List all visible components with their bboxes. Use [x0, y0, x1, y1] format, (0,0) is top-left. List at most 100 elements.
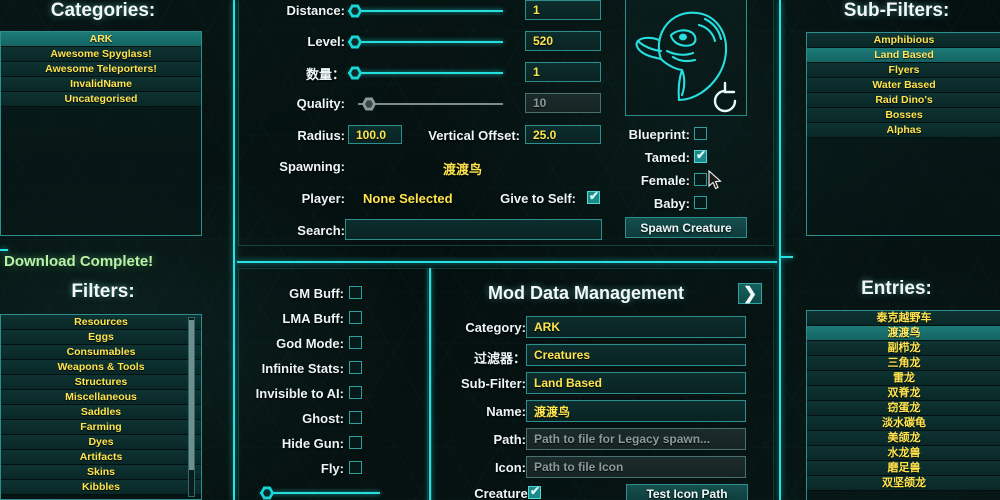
distance-slider-track [348, 10, 503, 12]
distance-slider[interactable] [348, 4, 503, 18]
infinite-stats-checkbox[interactable] [349, 361, 362, 374]
entry-item-7[interactable]: 淡水碳龟 [807, 416, 1000, 431]
categories-listbox[interactable]: ARK Awesome Spyglass! Awesome Teleporters!… [0, 31, 202, 236]
ark-admin-spawn-ui: Categories: ARK Awesome Spyglass! Awesome … [0, 0, 1000, 500]
sub-filter-item-0[interactable]: Amphibious [807, 33, 1000, 48]
level-slider-knob[interactable] [348, 35, 362, 49]
god-mode-label: God Mode: [276, 336, 344, 351]
name-input[interactable]: 渡渡鸟 [526, 400, 746, 422]
sub-filter-item-3[interactable]: Water Based [807, 78, 1000, 93]
sub-filter-item-6[interactable]: Alphas [807, 123, 1000, 138]
invisible-to-ai-checkbox[interactable] [349, 386, 362, 399]
distance-slider-knob[interactable] [348, 4, 362, 18]
filter-item-9[interactable]: Artifacts [1, 450, 201, 465]
quantity-value-field[interactable]: 1 [525, 62, 601, 82]
baby-checkbox[interactable] [694, 196, 707, 209]
god-mode-checkbox[interactable] [349, 336, 362, 349]
filters-listbox[interactable]: Resources Eggs Consumables Weapons & Tools S… [0, 314, 202, 500]
filter-item-11[interactable]: Kibbles [1, 480, 201, 495]
filters-title: Filters: [71, 281, 135, 302]
hide-gun-checkbox[interactable] [349, 436, 362, 449]
female-checkbox[interactable] [694, 173, 707, 186]
sub-filter-item-4[interactable]: Raid Dino's [807, 93, 1000, 108]
lma-buff-checkbox[interactable] [349, 311, 362, 324]
entries-listbox[interactable]: 泰克越野车 渡渡鸟 副栉龙 三角龙 雷龙 双脊龙 窃蛋龙 淡水碳龟 美颌龙 水龙兽 磨足兽 双坚颌龙 [806, 310, 1000, 500]
blueprint-checkbox[interactable] [694, 127, 707, 140]
radius-value-field[interactable]: 100.0 [348, 125, 402, 144]
quality-value-field[interactable]: 10 [525, 93, 601, 113]
player-label: Player: [301, 191, 345, 206]
sub-filter-input[interactable]: Land Based [526, 372, 746, 394]
mod-data-next-button[interactable]: ❯ [738, 283, 762, 304]
bottom-slider-knob[interactable] [260, 486, 274, 500]
filter-item-4[interactable]: Structures [1, 375, 201, 390]
entry-item-2[interactable]: 副栉龙 [807, 341, 1000, 356]
sub-filters-listbox[interactable]: Amphibious Land Based Flyers Water Based Rai… [806, 32, 1000, 236]
filters-scroll-thumb[interactable] [189, 320, 194, 470]
sub-filter-item-1[interactable]: Land Based [807, 48, 1000, 63]
category-item-2[interactable]: Awesome Teleporters! [1, 62, 201, 77]
quality-slider-knob[interactable] [362, 97, 376, 111]
spawn-creature-button[interactable]: Spawn Creature [625, 217, 747, 238]
filter-input[interactable]: Creatures [526, 344, 746, 366]
entry-item-4[interactable]: 雷龙 [807, 371, 1000, 386]
entry-item-3[interactable]: 三角龙 [807, 356, 1000, 371]
filter-item-2[interactable]: Consumables [1, 345, 201, 360]
creature-preview-box[interactable] [625, 0, 747, 116]
entry-item-10[interactable]: 磨足兽 [807, 461, 1000, 476]
give-to-self-checkbox[interactable] [587, 189, 600, 204]
sub-filter-item-5[interactable]: Bosses [807, 108, 1000, 123]
category-item-1[interactable]: Awesome Spyglass! [1, 47, 201, 62]
filter-item-0[interactable]: Resources [1, 315, 201, 330]
icon-input[interactable]: Path to file Icon [526, 456, 746, 478]
vertical-offset-value-field[interactable]: 25.0 [525, 125, 601, 144]
bottom-slider-track [260, 492, 380, 494]
category-input[interactable]: ARK [526, 316, 746, 338]
quality-slider[interactable] [358, 97, 503, 111]
quantity-slider-knob[interactable] [348, 66, 362, 80]
entry-item-9[interactable]: 水龙兽 [807, 446, 1000, 461]
entry-item-11[interactable]: 双坚颌龙 [807, 476, 1000, 491]
filters-scrollbar[interactable] [188, 317, 195, 497]
tamed-checkbox[interactable] [694, 148, 707, 163]
filter-item-7[interactable]: Farming [1, 420, 201, 435]
category-label: Category: [465, 320, 526, 335]
filter-item-5[interactable]: Miscellaneous [1, 390, 201, 405]
level-value-field[interactable]: 520 [525, 31, 601, 51]
sub-filter-item-2[interactable]: Flyers [807, 63, 1000, 78]
fly-checkbox[interactable] [349, 461, 362, 474]
level-slider[interactable] [348, 35, 503, 49]
gm-buff-checkbox[interactable] [349, 286, 362, 299]
filter-item-6[interactable]: Saddles [1, 405, 201, 420]
filter-item-10[interactable]: Skins [1, 465, 201, 480]
entry-item-1[interactable]: 渡渡鸟 [807, 326, 1000, 341]
fly-label: Fly: [320, 461, 344, 476]
ghost-checkbox[interactable] [349, 411, 362, 424]
vertical-offset-label: Vertical Offset: [428, 128, 520, 143]
filter-item-3[interactable]: Weapons & Tools [1, 360, 201, 375]
filter-item-8[interactable]: Dyes [1, 435, 201, 450]
quantity-slider[interactable] [348, 66, 503, 80]
test-icon-path-button[interactable]: Test Icon Path [626, 484, 748, 500]
category-item-4[interactable]: Uncategorised [1, 92, 201, 107]
creature-checkbox[interactable] [528, 484, 541, 499]
filter-item-1[interactable]: Eggs [1, 330, 201, 345]
entry-item-8[interactable]: 美颌龙 [807, 431, 1000, 446]
player-value[interactable]: None Selected [363, 191, 453, 206]
path-input[interactable]: Path to file for Legacy spawn... [526, 428, 746, 450]
divider-right-horizontal [781, 256, 793, 258]
female-label: Female: [640, 173, 690, 188]
bottom-slider[interactable] [260, 486, 380, 500]
invisible-to-ai-label: Invisible to AI: [255, 386, 344, 401]
quality-label: Quality: [296, 96, 345, 111]
distance-value-field[interactable]: 1 [525, 0, 601, 20]
entry-item-5[interactable]: 双脊龙 [807, 386, 1000, 401]
quality-slider-track [358, 103, 503, 105]
blueprint-label: Blueprint: [628, 127, 690, 142]
entry-item-0[interactable]: 泰克越野车 [807, 311, 1000, 326]
search-input[interactable] [345, 219, 602, 240]
category-item-0[interactable]: ARK [1, 32, 201, 47]
entry-item-6[interactable]: 窃蛋龙 [807, 401, 1000, 416]
category-item-3[interactable]: InvalidName [1, 77, 201, 92]
spawning-value: 渡渡鸟 [443, 162, 483, 177]
